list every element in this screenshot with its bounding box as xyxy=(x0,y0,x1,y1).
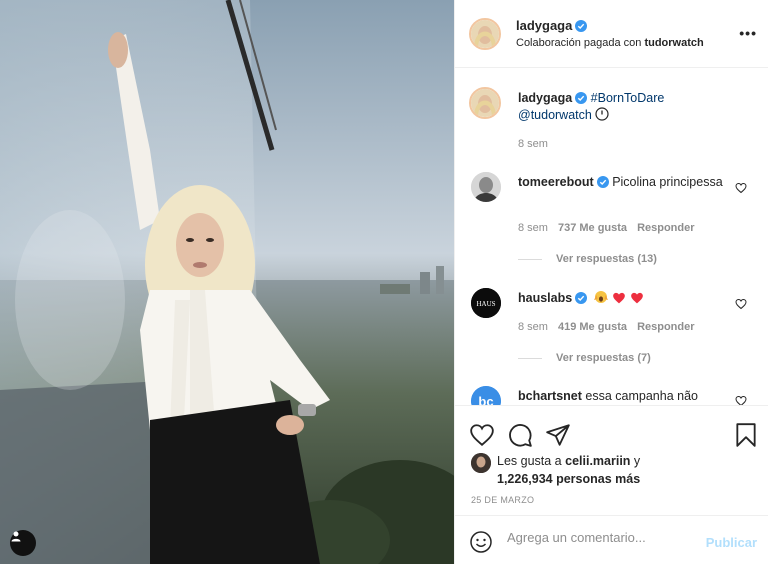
post-image xyxy=(0,0,454,564)
view-replies-text[interactable]: Ver respuestas (13) xyxy=(556,253,657,265)
author-username-text[interactable]: ladygaga xyxy=(516,18,572,33)
comment-time: 8 sem xyxy=(518,222,548,234)
author-avatar[interactable] xyxy=(469,18,501,50)
caption-username[interactable]: ladygaga xyxy=(518,91,572,105)
clock-icon xyxy=(595,107,609,121)
comment-icon[interactable] xyxy=(507,422,533,448)
comment-body: essa campanha não xyxy=(585,389,698,403)
post-header: ladygaga Colaboración pagada con tudorwa… xyxy=(455,0,768,68)
liker-username[interactable]: celii.mariin xyxy=(565,454,630,468)
comment-composer: Publicar xyxy=(455,515,768,564)
replies-divider xyxy=(518,357,542,359)
comment-meta: 8 sem 737 Me gusta Responder xyxy=(518,222,695,234)
red-heart-icon xyxy=(613,292,625,304)
avatar-image xyxy=(471,89,499,117)
comment-avatar[interactable]: HAUS xyxy=(471,288,501,318)
mention-link[interactable]: @tudorwatch xyxy=(518,108,592,122)
bchartsnet-logo-text: bc xyxy=(478,394,493,405)
partner-link[interactable]: tudorwatch xyxy=(644,37,703,49)
likes-connector: y xyxy=(633,454,641,468)
author-username[interactable]: ladygaga xyxy=(516,18,588,33)
bookmark-icon[interactable] xyxy=(733,422,759,448)
heart-icon[interactable] xyxy=(735,298,747,310)
avatar-image xyxy=(471,453,491,473)
view-replies-button[interactable]: Ver respuestas (7) xyxy=(518,352,651,364)
heart-icon[interactable] xyxy=(469,422,495,448)
red-heart-icon xyxy=(630,292,643,304)
paid-partnership-text: Colaboración pagada con xyxy=(516,37,642,49)
liker-avatar[interactable] xyxy=(471,453,491,473)
caption-time: 8 sem xyxy=(518,138,548,150)
post-actions: Les gusta a celii.mariin y 1,226,934 per… xyxy=(455,405,768,515)
comment-meta: 8 sem 419 Me gusta Responder xyxy=(518,321,695,333)
comment-text: tomeerebout Picolina principessa xyxy=(518,174,733,191)
reply-button[interactable]: Responder xyxy=(637,321,694,333)
emoji-icon[interactable] xyxy=(469,530,493,554)
comment-input[interactable] xyxy=(507,530,687,545)
user-tag-button[interactable] xyxy=(10,530,36,556)
comment-likes[interactable]: 419 Me gusta xyxy=(558,321,627,333)
comment-username[interactable]: hauslabs xyxy=(518,291,572,305)
comments-list[interactable]: ladygaga #BornToDare @tudorwatch 8 sem t… xyxy=(455,68,768,405)
comment-avatar[interactable] xyxy=(471,172,501,202)
likes-prefix: Les gusta a xyxy=(497,454,562,468)
comment-text: hauslabs xyxy=(518,290,733,307)
comment-username[interactable]: tomeerebout xyxy=(518,175,594,189)
more-icon: ••• xyxy=(739,25,757,41)
heart-icon[interactable] xyxy=(735,395,747,405)
verified-icon xyxy=(575,92,588,104)
share-icon[interactable] xyxy=(545,422,571,448)
comment-time: 8 sem xyxy=(518,321,548,333)
instagram-post: ladygaga Colaboración pagada con tudorwa… xyxy=(0,0,768,564)
hauslabs-logo-text: HAUS xyxy=(476,300,495,308)
avatar-image: HAUS xyxy=(471,288,501,318)
hashtag-link[interactable]: #BornToDare xyxy=(591,91,665,105)
verified-icon xyxy=(575,20,588,32)
comment-username[interactable]: bchartsnet xyxy=(518,389,582,403)
caption-avatar[interactable] xyxy=(469,87,501,119)
caption-meta: 8 sem xyxy=(518,138,548,150)
comment-text: bchartsnet essa campanha não xyxy=(518,388,733,405)
comment-likes[interactable]: 737 Me gusta xyxy=(558,222,627,234)
more-options-button[interactable]: ••• xyxy=(739,25,757,41)
caption-text: ladygaga #BornToDare @tudorwatch xyxy=(518,90,733,124)
publish-button[interactable]: Publicar xyxy=(706,535,757,550)
post-side-panel: ladygaga Colaboración pagada con tudorwa… xyxy=(454,0,768,564)
avatar-image: bc xyxy=(471,386,501,405)
likes-count[interactable]: 1,226,934 personas más xyxy=(497,472,640,486)
heart-icon[interactable] xyxy=(735,182,747,194)
reply-button[interactable]: Responder xyxy=(637,222,694,234)
view-replies-button[interactable]: Ver respuestas (13) xyxy=(518,253,657,265)
view-replies-text[interactable]: Ver respuestas (7) xyxy=(556,352,651,364)
post-photo[interactable] xyxy=(0,0,454,564)
paid-partnership-label: Colaboración pagada con tudorwatch xyxy=(516,37,704,49)
verified-icon xyxy=(596,176,609,188)
post-date[interactable]: 25 DE MARZO xyxy=(471,495,534,505)
avatar-image xyxy=(471,172,501,202)
verified-icon xyxy=(575,292,588,304)
scream-emoji-icon xyxy=(593,291,608,303)
comment-avatar[interactable]: bc xyxy=(471,386,501,405)
replies-divider xyxy=(518,258,542,260)
likes-summary: Les gusta a celii.mariin y 1,226,934 per… xyxy=(497,452,640,488)
avatar-image xyxy=(471,20,499,48)
comment-body: Picolina principessa xyxy=(612,175,723,189)
user-tag-icon xyxy=(11,531,21,542)
